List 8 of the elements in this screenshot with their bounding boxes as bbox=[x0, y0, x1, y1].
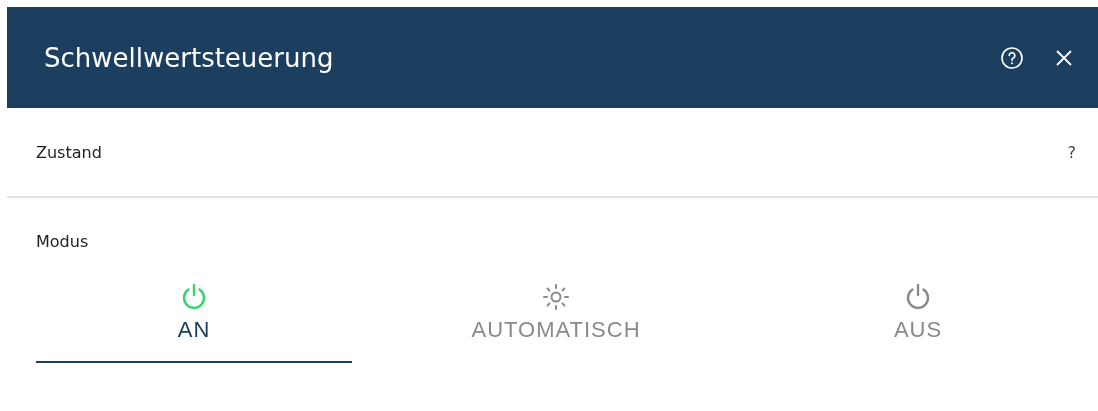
help-icon[interactable] bbox=[1000, 45, 1024, 70]
dialog-title: Schwellwertsteuerung bbox=[44, 42, 335, 73]
sun-icon bbox=[541, 281, 571, 311]
close-icon[interactable] bbox=[1054, 47, 1074, 68]
help-hint[interactable]: ? bbox=[1067, 142, 1076, 162]
mode-tab[interactable]: AN bbox=[36, 269, 352, 363]
state-label: Zustand bbox=[36, 142, 102, 162]
mode-label: Modus bbox=[36, 232, 89, 251]
